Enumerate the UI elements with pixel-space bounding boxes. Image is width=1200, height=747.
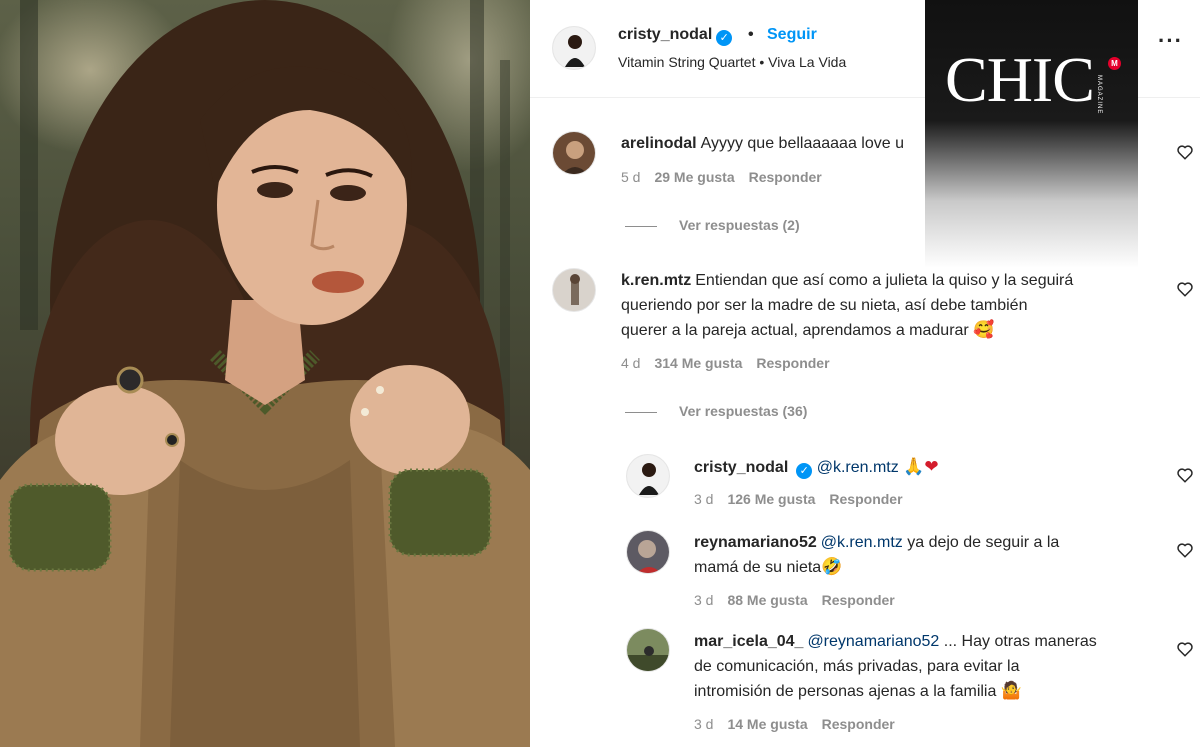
post-photo[interactable] bbox=[0, 0, 530, 747]
emoji: 🤣 bbox=[821, 557, 843, 577]
mention-link[interactable]: @k.ren.mtz bbox=[817, 459, 899, 476]
reply-avatar[interactable] bbox=[626, 454, 670, 498]
reply-button[interactable]: Responder bbox=[822, 592, 895, 608]
like-heart-icon[interactable] bbox=[1176, 143, 1194, 161]
reply-time[interactable]: 3 d bbox=[694, 491, 713, 507]
comment-text-line: querer a la pareja actual, aprendamos a … bbox=[621, 322, 969, 339]
reply-meta: 3 d 88 Me gusta Responder bbox=[694, 592, 909, 608]
author-username[interactable]: cristy_nodal ✓ bbox=[618, 26, 733, 46]
comment-time[interactable]: 4 d bbox=[621, 355, 640, 371]
like-heart-icon[interactable] bbox=[1176, 466, 1194, 484]
comment-likes[interactable]: 29 Me gusta bbox=[654, 169, 734, 185]
comment-username[interactable]: k.ren.mtz bbox=[621, 272, 691, 289]
follow-button[interactable]: Seguir bbox=[767, 26, 817, 44]
comment: k.ren.mtz Entiendan que así como a juliet… bbox=[621, 268, 1161, 343]
comments-panel: cristy_nodal ✓ • Seguir Vitamin String Qu… bbox=[530, 0, 1200, 747]
reply-time[interactable]: 3 d bbox=[694, 592, 713, 608]
reply-text-line: ya dejo de seguir a la bbox=[907, 534, 1060, 551]
emoji: 🙏❤ bbox=[903, 457, 939, 477]
reply-button[interactable]: Responder bbox=[829, 491, 902, 507]
emoji: 🥰 bbox=[973, 320, 995, 340]
comment-meta: 4 d 314 Me gusta Responder bbox=[621, 355, 844, 371]
reply-likes[interactable]: 126 Me gusta bbox=[727, 491, 815, 507]
reply-button[interactable]: Responder bbox=[749, 169, 822, 185]
chic-magazine-logo: CHIC M MAGAZINE bbox=[925, 0, 1138, 268]
reply-username[interactable]: cristy_nodal bbox=[694, 459, 788, 476]
reply-time[interactable]: 3 d bbox=[694, 716, 713, 732]
comment-time[interactable]: 5 d bbox=[621, 169, 640, 185]
reply: reynamariano52 @k.ren.mtz ya dejo de segu… bbox=[694, 530, 1059, 580]
like-heart-icon[interactable] bbox=[1176, 640, 1194, 658]
reply: cristy_nodal ✓ @k.ren.mtz 🙏❤ bbox=[694, 455, 939, 480]
verified-badge-icon: ✓ bbox=[796, 463, 813, 479]
mention-link[interactable]: @k.ren.mtz bbox=[821, 534, 903, 551]
reply-meta: 3 d 14 Me gusta Responder bbox=[694, 716, 909, 732]
reply: mar_icela_04_ @reynamariano52 ... Hay otr… bbox=[694, 629, 1164, 704]
reply-button[interactable]: Responder bbox=[756, 355, 829, 371]
separator-dot: • bbox=[748, 26, 754, 43]
more-options-icon[interactable]: ··· bbox=[1158, 30, 1188, 56]
view-replies-button[interactable]: Ver respuestas (2) bbox=[625, 217, 800, 233]
reply-username[interactable]: mar_icela_04_ bbox=[694, 633, 803, 650]
mention-link[interactable]: @reynamariano52 bbox=[807, 633, 939, 650]
commenter-avatar[interactable] bbox=[552, 131, 596, 175]
emoji: 🤷 bbox=[1000, 681, 1023, 701]
verified-badge-icon: ✓ bbox=[716, 30, 733, 46]
reply-text-line: mamá de su nieta bbox=[694, 559, 822, 576]
like-heart-icon[interactable] bbox=[1176, 280, 1194, 298]
comment: arelinodal Ayyyy que bellaaaaaa love u bbox=[621, 131, 904, 156]
reply-avatar[interactable] bbox=[626, 628, 670, 672]
comment-likes[interactable]: 314 Me gusta bbox=[654, 355, 742, 371]
reply-username[interactable]: reynamariano52 bbox=[694, 534, 817, 551]
logo-subtitle: MAGAZINE bbox=[1096, 75, 1102, 115]
reply-likes[interactable]: 14 Me gusta bbox=[727, 716, 807, 732]
reply-likes[interactable]: 88 Me gusta bbox=[727, 592, 807, 608]
reply-text-line: intromisión de personas ajenas a la fami… bbox=[694, 683, 997, 700]
comment-meta: 5 d 29 Me gusta Responder bbox=[621, 169, 836, 185]
replies-divider bbox=[625, 411, 657, 413]
reply-text-line: ... Hay otras maneras bbox=[943, 633, 1097, 650]
commenter-avatar[interactable] bbox=[552, 268, 596, 312]
reply-avatar[interactable] bbox=[626, 530, 670, 574]
reply-meta: 3 d 126 Me gusta Responder bbox=[694, 491, 917, 507]
logo-badge: M bbox=[1108, 57, 1121, 70]
audio-track-link[interactable]: Vitamin String Quartet • Viva La Vida bbox=[618, 54, 846, 70]
comment-text-line: Entiendan que así como a julieta la quis… bbox=[695, 272, 1074, 289]
portrait-illustration bbox=[0, 0, 530, 747]
like-heart-icon[interactable] bbox=[1176, 541, 1194, 559]
author-avatar[interactable] bbox=[552, 26, 596, 70]
comment-username[interactable]: arelinodal bbox=[621, 135, 697, 152]
comment-text: Ayyyy que bellaaaaaa love u bbox=[700, 135, 904, 152]
reply-text-line: de comunicación, más privadas, para evit… bbox=[694, 658, 1020, 675]
reply-button[interactable]: Responder bbox=[822, 716, 895, 732]
view-replies-button[interactable]: Ver respuestas (36) bbox=[625, 403, 807, 419]
comment-text-line: queriendo por ser la madre de su nieta, … bbox=[621, 297, 1028, 314]
logo-wordmark: CHIC bbox=[945, 44, 1095, 115]
replies-divider bbox=[625, 225, 657, 227]
